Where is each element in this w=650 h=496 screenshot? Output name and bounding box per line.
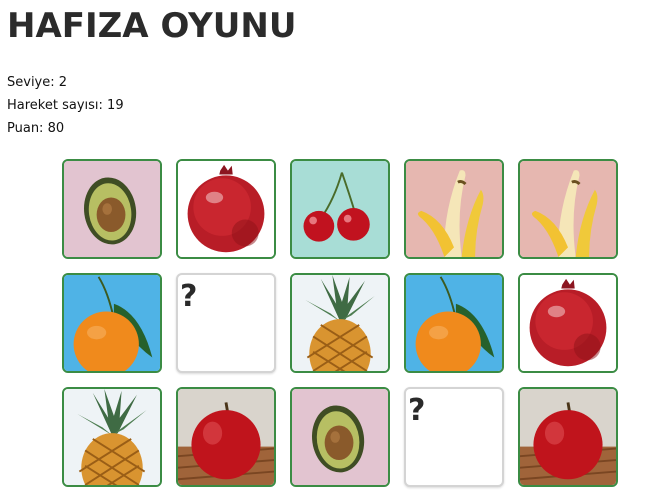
avocado-image [292, 389, 388, 485]
question-mark-icon: ? [180, 279, 198, 314]
card-orange[interactable] [404, 273, 504, 373]
card-banana[interactable] [518, 159, 618, 259]
orange-image [406, 275, 502, 371]
card-pomegranate[interactable] [176, 159, 276, 259]
question-mark-icon: ? [408, 393, 426, 428]
apple-image [520, 389, 616, 485]
card-cherry[interactable] [290, 159, 390, 259]
card-avocado[interactable] [62, 159, 162, 259]
pineapple-image [292, 275, 388, 371]
pomegranate-image [520, 275, 616, 371]
card-pineapple[interactable] [62, 387, 162, 487]
card-pomegranate[interactable] [518, 273, 618, 373]
apple-image [178, 389, 274, 485]
moves-value: 19 [107, 98, 124, 113]
banana-image [406, 161, 502, 257]
card-apple[interactable] [176, 387, 276, 487]
hidden-card[interactable]: ? [404, 387, 504, 487]
level-stat: Seviye: 2 [7, 75, 67, 90]
level-label: Seviye: [7, 75, 55, 90]
avocado-image [64, 161, 160, 257]
card-grid: ? ? [62, 159, 622, 496]
card-avocado[interactable] [290, 387, 390, 487]
moves-label: Hareket sayısı: [7, 98, 103, 113]
card-orange[interactable] [62, 273, 162, 373]
card-banana[interactable] [404, 159, 504, 259]
pineapple-image [64, 389, 160, 485]
score-label: Puan: [7, 121, 44, 136]
moves-stat: Hareket sayısı: 19 [7, 98, 124, 113]
game-title: HAFIZA OYUNU [7, 6, 297, 46]
card-pineapple[interactable] [290, 273, 390, 373]
card-apple[interactable] [518, 387, 618, 487]
score-stat: Puan: 80 [7, 121, 64, 136]
cherry-image [292, 161, 388, 257]
pomegranate-image [178, 161, 274, 257]
level-value: 2 [58, 75, 68, 90]
score-value: 80 [47, 121, 65, 136]
hidden-card[interactable]: ? [176, 273, 276, 373]
orange-image [64, 275, 160, 371]
banana-image [520, 161, 616, 257]
